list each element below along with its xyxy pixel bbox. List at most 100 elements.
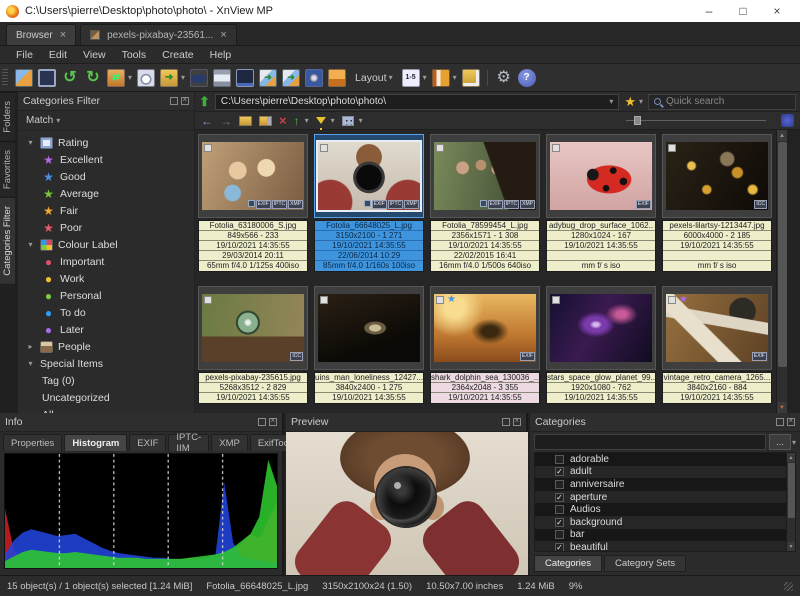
rotate-left-icon[interactable]: ↺ — [61, 69, 79, 87]
filter-funnel-icon[interactable] — [316, 117, 326, 124]
thumbnail-cell[interactable]: EXIF adybug_drop_surface_1062.. 1280x102… — [543, 134, 659, 272]
close-panel-icon[interactable] — [513, 418, 521, 426]
move-to-icon[interactable]: ➜ — [282, 69, 300, 87]
favorites-star-icon[interactable]: ★ — [624, 94, 636, 110]
chevron-down-icon[interactable]: ▾ — [453, 73, 457, 82]
chevron-down-icon[interactable]: ▾ — [359, 116, 363, 125]
thumbnail-cell-selected[interactable]: EXIFIPTCXMP Fotolia_66648025_L.jpg 3150x… — [311, 134, 427, 272]
scroll-down-icon[interactable]: ▼ — [787, 542, 795, 551]
category-row[interactable]: Audios — [535, 503, 795, 516]
tree-item-fair[interactable]: ★Fair — [18, 202, 194, 219]
float-panel-icon[interactable] — [776, 418, 784, 426]
menu-help[interactable]: Help — [202, 49, 240, 61]
category-filter-input[interactable] — [534, 434, 766, 450]
thumbnail-cell[interactable]: ★ EXIF vintage_retro_camera_1265... 3840… — [659, 286, 775, 404]
tab-histogram[interactable]: Histogram — [64, 434, 127, 451]
preview-image[interactable] — [286, 432, 528, 575]
category-scrollbar[interactable]: ▲ ▼ — [786, 453, 795, 551]
scrollbar-thumb[interactable] — [788, 463, 795, 518]
menu-file[interactable]: File — [8, 49, 41, 61]
sort-order-icon[interactable] — [781, 114, 794, 127]
copy-to-icon[interactable]: ➜ — [259, 69, 277, 87]
chevron-down-icon[interactable]: ▾ — [792, 438, 796, 447]
grid-scrollbar[interactable]: ▲ ▼ — [776, 130, 787, 413]
browse-book-icon[interactable] — [432, 69, 450, 87]
thumbnail-cell[interactable]: ICC pexels-pixabay-235615.jpg 5268x3512 … — [195, 286, 311, 404]
tree-item-work[interactable]: ●Work — [18, 270, 194, 287]
footer-tab-categories[interactable]: Categories — [534, 555, 602, 572]
chevron-down-icon[interactable]: ▾ — [128, 73, 132, 82]
menu-edit[interactable]: Edit — [41, 49, 75, 61]
match-dropdown[interactable]: Match▾ — [18, 111, 194, 131]
thumbnail-image[interactable]: EXIFIPTCXMP — [434, 142, 536, 210]
edit-folder-icon[interactable] — [259, 116, 272, 126]
thumb-checkbox[interactable] — [204, 144, 212, 152]
tab-properties[interactable]: Properties — [3, 434, 62, 451]
thumbnail-image[interactable]: ★ EXIF — [666, 294, 768, 362]
thumbnail-cell[interactable]: stars_space_glow_planet_99... 1920x1080 … — [543, 286, 659, 404]
tree-item-uncategorized[interactable]: Uncategorized — [18, 389, 194, 406]
thumbnail-cell[interactable]: EXIFIPTCXMP Fotolia_78599454_L.jpg 2356x… — [427, 134, 543, 272]
search-binoculars-icon[interactable] — [190, 69, 208, 87]
tab-close-icon[interactable]: × — [220, 29, 226, 41]
menu-tools[interactable]: Tools — [114, 49, 155, 61]
float-panel-icon[interactable] — [170, 97, 178, 105]
thumbnail-cell[interactable]: EXIFIPTCXMP Fotolia_63180006_S.jpg 849x5… — [195, 134, 311, 272]
thumbnail-image[interactable] — [318, 294, 420, 362]
resize-grip[interactable] — [784, 582, 793, 591]
rotate-right-icon[interactable]: ↻ — [84, 69, 102, 87]
tab-close-icon[interactable]: × — [60, 29, 66, 41]
maximize-button[interactable]: □ — [726, 4, 760, 18]
thumbnail-image[interactable] — [550, 294, 652, 362]
menu-view[interactable]: View — [75, 49, 114, 61]
category-checkbox[interactable]: ✓ — [555, 493, 564, 502]
tree-item-rating[interactable]: ▾Rating — [18, 134, 194, 151]
footer-tab-category-sets[interactable]: Category Sets — [604, 555, 686, 572]
float-panel-icon[interactable] — [258, 418, 266, 426]
thumb-checkbox[interactable] — [204, 296, 212, 304]
menu-create[interactable]: Create — [154, 49, 202, 61]
thumb-checkbox[interactable] — [668, 296, 676, 304]
close-button[interactable]: × — [760, 4, 794, 18]
category-checkbox[interactable] — [555, 530, 564, 539]
thumb-checkbox[interactable] — [320, 144, 328, 152]
parent-folder-icon[interactable]: ⬆ — [199, 94, 210, 110]
print-icon[interactable] — [213, 69, 231, 87]
scroll-up-icon[interactable]: ▲ — [777, 130, 787, 141]
layout-button[interactable]: Layout▾ — [351, 72, 397, 84]
more-button[interactable]: ... — [769, 434, 791, 450]
category-checkbox[interactable]: ✓ — [555, 518, 564, 527]
thumbnail-cell[interactable]: ICC pexels-lilartsy-1213447.jpg 6000x400… — [659, 134, 775, 272]
thumb-checkbox[interactable] — [320, 296, 328, 304]
float-panel-icon[interactable] — [502, 418, 510, 426]
thumbnail-image[interactable]: EXIF — [550, 142, 652, 210]
category-row[interactable]: bar — [535, 529, 795, 542]
capture-icon[interactable] — [305, 69, 323, 87]
category-row[interactable]: ✓background — [535, 516, 795, 529]
slider-handle[interactable] — [634, 116, 641, 125]
up-folder-icon[interactable]: ↑ — [294, 115, 300, 127]
close-panel-icon[interactable] — [787, 418, 795, 426]
tab-iptc[interactable]: IPTC-IIM — [168, 434, 209, 451]
tree-item-colour-label[interactable]: ▾Colour Label — [18, 236, 194, 253]
move-copy-icon[interactable]: ➜ — [160, 69, 178, 87]
tree-item-personal[interactable]: ●Personal — [18, 287, 194, 304]
tab-browser[interactable]: Browser × — [6, 24, 76, 45]
vtab-categories-filter[interactable]: Categories Filter — [0, 197, 15, 284]
thumbnail-image[interactable]: ★ EXIF — [434, 294, 536, 362]
category-row[interactable]: ✓beautiful — [535, 541, 795, 552]
tree-item-people[interactable]: ▸People — [18, 338, 194, 355]
thumbnail-image[interactable]: ICC — [666, 142, 768, 210]
close-panel-icon[interactable] — [181, 97, 189, 105]
tree-item-tag[interactable]: Tag (0) — [18, 372, 194, 389]
category-checkbox[interactable] — [555, 455, 564, 464]
forward-icon[interactable]: → — [220, 115, 232, 127]
chevron-down-icon[interactable]: ▾ — [639, 97, 643, 106]
folder-tree-icon[interactable] — [462, 69, 480, 87]
category-row[interactable]: ✓adult — [535, 466, 795, 479]
collapse-arrow-icon[interactable]: ▾ — [26, 359, 35, 368]
tree-item-special-items[interactable]: ▾Special Items — [18, 355, 194, 372]
category-checkbox[interactable]: ✓ — [555, 543, 564, 552]
view-mode-icon[interactable] — [342, 116, 354, 126]
back-icon[interactable]: ← — [201, 115, 213, 127]
